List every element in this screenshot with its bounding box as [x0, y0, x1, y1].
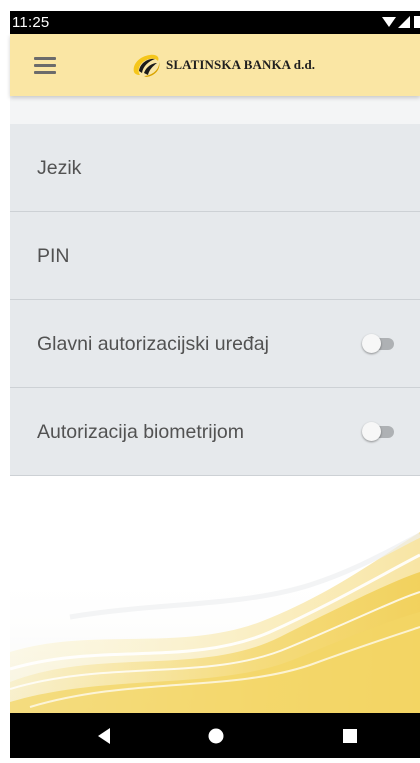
back-button[interactable]	[84, 713, 124, 758]
hamburger-menu-icon-line	[34, 71, 56, 74]
settings-list: Jezik PIN Glavni autorizacijski uređaj A…	[10, 124, 420, 476]
biometric-toggle[interactable]	[362, 422, 396, 442]
bank-logo: SLATINSKA BANKA d.d.	[130, 50, 315, 80]
settings-item-language[interactable]: Jezik	[10, 124, 420, 212]
menu-button[interactable]	[30, 51, 64, 79]
settings-item-pin[interactable]: PIN	[10, 212, 420, 300]
settings-item-biometric-authorization[interactable]: Autorizacija biometrijom	[10, 388, 420, 476]
hamburger-menu-icon	[34, 57, 56, 60]
main-device-toggle[interactable]	[362, 334, 396, 354]
status-time: 11:25	[12, 14, 50, 31]
battery-icon	[414, 16, 420, 28]
wave-decoration	[10, 532, 420, 713]
settings-item-label: PIN	[37, 245, 70, 267]
recents-icon	[343, 729, 357, 743]
home-button[interactable]	[196, 713, 236, 758]
toggle-thumb	[362, 334, 381, 353]
settings-item-label: Jezik	[37, 157, 82, 179]
bank-logo-icon	[133, 54, 160, 77]
settings-item-label: Glavni autorizacijski uređaj	[37, 333, 269, 355]
status-icons	[380, 14, 420, 32]
wifi-icon	[382, 17, 396, 27]
home-icon	[208, 728, 224, 744]
status-icons-svg	[382, 16, 420, 28]
navigation-bar	[10, 713, 420, 758]
recents-button[interactable]	[330, 713, 370, 758]
back-icon	[98, 728, 110, 744]
status-bar: 11:25	[10, 11, 420, 34]
settings-item-main-authorization-device[interactable]: Glavni autorizacijski uređaj	[10, 300, 420, 388]
bank-logo-text: SLATINSKA BANKA d.d.	[166, 57, 316, 72]
app-bar: SLATINSKA BANKA d.d.	[10, 34, 420, 96]
settings-item-label: Autorizacija biometrijom	[37, 421, 244, 443]
wave-background	[10, 477, 420, 713]
toggle-thumb	[362, 422, 381, 441]
hamburger-menu-icon-line	[34, 64, 56, 67]
signal-icon	[398, 16, 410, 28]
list-top-spacer	[10, 96, 420, 124]
